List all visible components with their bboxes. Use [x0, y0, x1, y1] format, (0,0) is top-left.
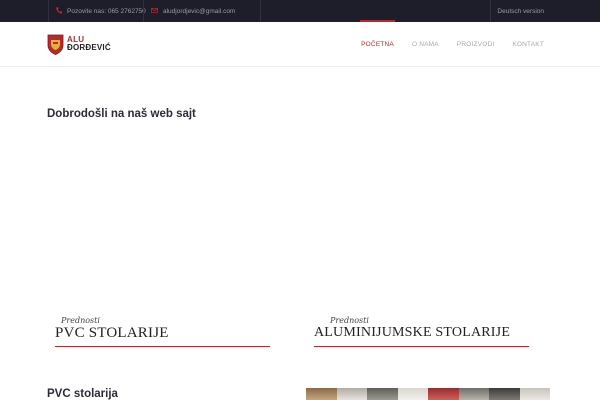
logo-shield-icon: [47, 34, 64, 55]
top-bar: Pozovite nas: 065 2762750 aludjordjevic@…: [0, 0, 600, 22]
phone-icon: [56, 6, 62, 16]
product-photo[interactable]: [519, 388, 550, 400]
top-bar-divider: [48, 0, 49, 22]
aluminium-advantages-banner[interactable]: Prednosti ALUMINIJUMSKE STOLARIJE: [314, 316, 539, 350]
pvc-advantages-banner[interactable]: Prednosti PVC STOLARIJE: [55, 316, 280, 350]
product-photo[interactable]: [397, 388, 428, 400]
product-photo[interactable]: [336, 388, 367, 400]
product-photo[interactable]: [489, 388, 520, 400]
welcome-heading: Dobrodošli na naš web sajt: [47, 108, 196, 120]
product-photo-strip: [306, 388, 550, 400]
nav-item-o-nama[interactable]: O NAMA: [412, 22, 439, 66]
section-title-pvc: PVC stolarija: [47, 388, 118, 400]
nav-item-kontakt[interactable]: KONTAKT: [512, 22, 544, 66]
logo-line2: ĐORĐEVIĆ: [67, 43, 111, 52]
top-bar-divider: [260, 0, 261, 22]
banner-underline: [314, 346, 529, 347]
banner-title: PVC STOLARIJE: [55, 325, 169, 341]
logo-text: ALU ĐORĐEVIĆ: [67, 36, 111, 52]
envelope-icon: [150, 7, 159, 15]
email-link[interactable]: aludjordjevic@gmail.com: [163, 8, 235, 15]
banner-script-text: Prednosti: [61, 316, 100, 325]
product-photo[interactable]: [306, 388, 337, 400]
product-photo[interactable]: [367, 388, 398, 400]
site-header: ALU ĐORĐEVIĆ POČETNA O NAMA PROIZVODI KO…: [0, 20, 600, 67]
top-bar-divider: [490, 0, 491, 22]
phone-contact[interactable]: Pozovite nas: 065 2762750: [56, 0, 146, 22]
email-contact[interactable]: aludjordjevic@gmail.com: [150, 0, 235, 22]
top-bar-divider: [143, 0, 144, 22]
site-logo[interactable]: ALU ĐORĐEVIĆ: [47, 32, 111, 56]
banner-underline: [55, 346, 270, 347]
banner-title: ALUMINIJUMSKE STOLARIJE: [314, 325, 511, 340]
product-photo[interactable]: [428, 388, 459, 400]
phone-text: Pozovite nas: 065 2762750: [67, 7, 146, 15]
language-switch-link[interactable]: Deutsch version: [497, 0, 544, 22]
nav-item-proizvodi[interactable]: PROIZVODI: [457, 22, 495, 66]
nav-item-pocetna[interactable]: POČETNA: [360, 20, 395, 66]
main-nav: POČETNA O NAMA PROIZVODI KONTAKT: [343, 20, 544, 66]
banner-script-text: Prednosti: [330, 316, 369, 325]
product-photo[interactable]: [458, 388, 489, 400]
